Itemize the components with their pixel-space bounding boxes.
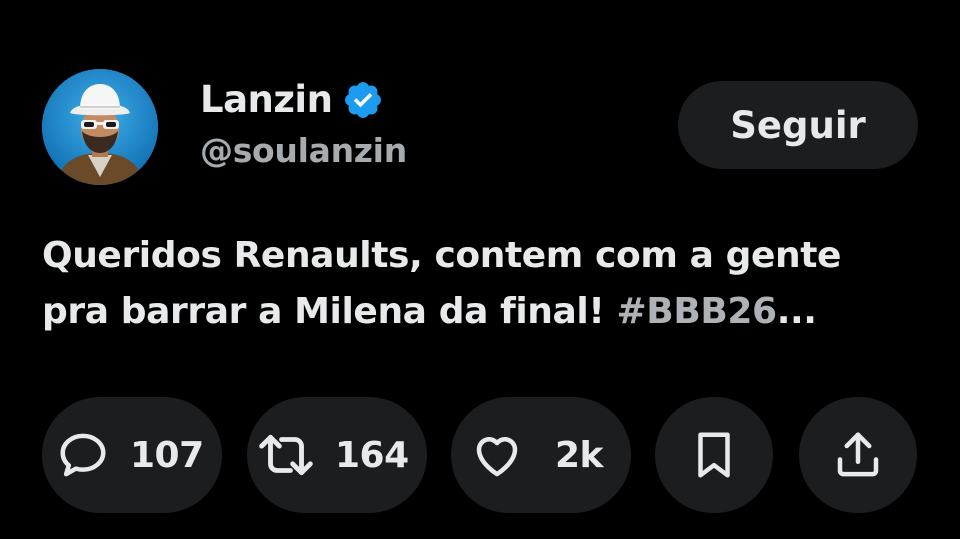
- share-button[interactable]: [799, 397, 917, 513]
- follow-button[interactable]: Seguir: [678, 81, 918, 169]
- author-handle[interactable]: @soulanzin: [200, 131, 407, 170]
- avatar-image: [42, 69, 158, 185]
- reply-count: 107: [130, 434, 204, 476]
- like-button[interactable]: 2k: [451, 397, 631, 513]
- retweet-button[interactable]: 164: [247, 397, 427, 513]
- bookmark-icon: [698, 432, 730, 478]
- reply-button[interactable]: 107: [42, 397, 222, 513]
- tweet-card: Lanzin @soulanzin Seguir Queridos Renaul…: [0, 0, 960, 539]
- like-count: 2k: [555, 434, 604, 476]
- bookmark-button[interactable]: [655, 397, 773, 513]
- tweet-text-line-1: Queridos Renaults, contem com a gente: [42, 235, 842, 276]
- hashtag-link[interactable]: #BBB26: [617, 291, 778, 332]
- share-icon: [837, 432, 879, 477]
- tweet-text-line-2: pra barrar a Milena da final! #BBB26...: [42, 284, 932, 340]
- retweet-icon: [259, 434, 313, 476]
- tweet-text-line-2-body: pra barrar a Milena da final!: [42, 291, 617, 332]
- retweet-count: 164: [335, 434, 409, 476]
- avatar[interactable]: [42, 69, 158, 185]
- tweet-text: Queridos Renaults, contem com a gente pr…: [42, 228, 932, 340]
- author-name-row: Lanzin: [200, 78, 384, 121]
- author-display-name[interactable]: Lanzin: [200, 78, 333, 121]
- verified-badge-icon: [345, 81, 382, 118]
- reply-icon: [60, 433, 106, 477]
- tweet-text-ellipsis: ...: [776, 291, 817, 332]
- heart-icon: [476, 437, 518, 477]
